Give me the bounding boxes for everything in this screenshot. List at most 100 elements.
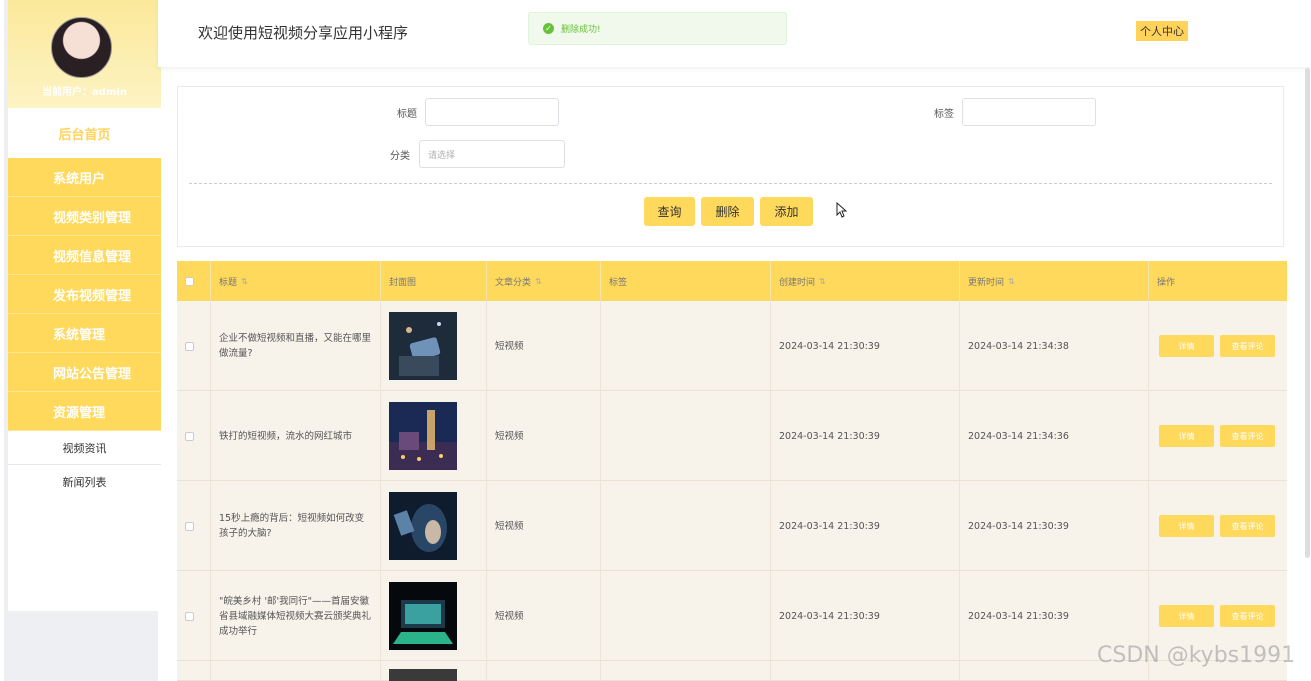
column-header-created[interactable]: 创建时间 ⇅ bbox=[771, 261, 960, 301]
table-row: 15秒上瘾的背后：短视频如何改变孩子的大脑? 短视频 2024-03-14 21… bbox=[177, 481, 1287, 571]
sidebar-subitem-video-news[interactable]: 视频资讯 bbox=[8, 431, 161, 465]
cover-image[interactable] bbox=[389, 312, 457, 380]
column-header-updated[interactable]: 更新时间 ⇅ bbox=[960, 261, 1149, 301]
sidebar-item-system-management[interactable]: 系统管理 bbox=[8, 314, 161, 353]
user-center-link[interactable]: 个人中心 bbox=[1136, 21, 1188, 41]
tag-cell bbox=[601, 481, 771, 571]
detail-button[interactable]: 详情 bbox=[1159, 515, 1214, 537]
row-checkbox[interactable] bbox=[185, 341, 194, 351]
column-header-label: 标签 bbox=[609, 277, 628, 288]
cover-cell bbox=[381, 571, 487, 661]
sidebar-item-video-categories[interactable]: 视频类别管理 bbox=[8, 197, 161, 236]
sidebar-spacer bbox=[8, 498, 161, 611]
row-checkbox[interactable] bbox=[185, 611, 194, 621]
cover-image[interactable] bbox=[389, 492, 457, 560]
sidebar-user-panel: 当前用户：admin bbox=[8, 0, 161, 108]
sidebar-item-publish-video[interactable]: 发布视频管理 bbox=[8, 275, 161, 314]
table-row: 企业不做短视频和直播，又能在哪里做流量? 短视频 2024-03-14 21:3… bbox=[177, 301, 1287, 391]
sort-icon[interactable]: ⇅ bbox=[241, 277, 248, 286]
title-cell: 企业不做短视频和直播，又能在哪里做流量? bbox=[211, 301, 381, 391]
detail-button[interactable]: 详情 bbox=[1159, 425, 1214, 447]
tag-cell bbox=[601, 571, 771, 661]
title-cell: 铁打的短视频，流水的网红城市 bbox=[211, 391, 381, 481]
sidebar: 当前用户：admin 后台首页 系统用户 视频类别管理 视频信息管理 发布视频管… bbox=[0, 0, 161, 681]
cover-cell bbox=[381, 301, 487, 391]
sort-icon[interactable]: ⇅ bbox=[1008, 277, 1015, 286]
category-cell bbox=[487, 661, 601, 681]
actions-cell: 详情 查看评论 bbox=[1149, 481, 1287, 571]
tag-cell bbox=[601, 661, 771, 681]
title-input[interactable] bbox=[425, 98, 559, 126]
query-button[interactable]: 查询 bbox=[644, 197, 695, 226]
divider bbox=[189, 183, 1272, 184]
created-time-cell: 2024-03-14 21:30:39 bbox=[771, 391, 960, 481]
top-header: 欢迎使用短视频分享应用小程序 ✓ 删除成功! 个人中心 bbox=[158, 0, 1311, 67]
row-select-cell bbox=[177, 391, 211, 481]
column-header-label: 封面图 bbox=[389, 277, 417, 288]
sort-icon[interactable]: ⇅ bbox=[819, 277, 826, 286]
sidebar-subitem-news-list[interactable]: 新闻列表 bbox=[8, 465, 161, 499]
cover-cell bbox=[381, 661, 487, 681]
cover-image[interactable] bbox=[389, 402, 457, 470]
app-title: 欢迎使用短视频分享应用小程序 bbox=[198, 24, 409, 42]
tag-cell bbox=[601, 391, 771, 481]
cover-cell bbox=[381, 391, 487, 481]
column-header-actions: 操作 bbox=[1149, 261, 1287, 301]
sidebar-menu: 系统用户 视频类别管理 视频信息管理 发布视频管理 系统管理 网站公告管理 资源… bbox=[8, 158, 161, 499]
created-time-cell bbox=[771, 661, 960, 681]
updated-time-cell: 2024-03-14 21:34:38 bbox=[960, 301, 1149, 391]
view-comments-button[interactable]: 查看评论 bbox=[1220, 515, 1275, 537]
category-cell: 短视频 bbox=[487, 571, 601, 661]
add-button[interactable]: 添加 bbox=[760, 197, 813, 226]
delete-button[interactable]: 删除 bbox=[701, 197, 754, 226]
row-checkbox[interactable] bbox=[185, 521, 194, 531]
updated-time-cell: 2024-03-14 21:30:39 bbox=[960, 481, 1149, 571]
select-all-cell bbox=[177, 261, 211, 301]
actions-cell: 详情 查看评论 bbox=[1149, 391, 1287, 481]
view-comments-button[interactable]: 查看评论 bbox=[1220, 425, 1275, 447]
row-select-cell bbox=[177, 301, 211, 391]
column-header-label: 文章分类 bbox=[495, 277, 532, 288]
page-scrollbar[interactable] bbox=[1305, 68, 1310, 558]
table-row: 铁打的短视频，流水的网红城市 短视频 2024-03-14 21:30:39 2… bbox=[177, 391, 1287, 481]
watermark: CSDN @kybs1991 bbox=[1097, 643, 1296, 668]
tag-label: 标签 bbox=[934, 109, 954, 120]
detail-button[interactable]: 详情 bbox=[1159, 605, 1214, 627]
view-comments-button[interactable]: 查看评论 bbox=[1220, 335, 1275, 357]
detail-button[interactable]: 详情 bbox=[1159, 335, 1214, 357]
category-label: 分类 bbox=[390, 151, 410, 162]
row-checkbox[interactable] bbox=[185, 431, 194, 441]
table-header: 标题 ⇅ 封面图 文章分类 ⇅ 标签 创建时间 ⇅ 更新时间 ⇅ 操作 bbox=[177, 261, 1287, 301]
sidebar-item-resources[interactable]: 资源管理 bbox=[8, 392, 161, 431]
column-header-label: 创建时间 bbox=[779, 277, 816, 288]
cover-cell bbox=[381, 481, 487, 571]
sidebar-item-home[interactable]: 后台首页 bbox=[8, 108, 161, 158]
category-select[interactable]: 请选择 bbox=[419, 140, 565, 168]
category-cell: 短视频 bbox=[487, 301, 601, 391]
sort-icon[interactable]: ⇅ bbox=[535, 277, 542, 286]
column-header-cover: 封面图 bbox=[381, 261, 487, 301]
select-all-checkbox[interactable] bbox=[185, 276, 194, 286]
category-cell: 短视频 bbox=[487, 391, 601, 481]
created-time-cell: 2024-03-14 21:30:39 bbox=[771, 301, 960, 391]
title-cell bbox=[211, 661, 381, 681]
column-header-category[interactable]: 文章分类 ⇅ bbox=[487, 261, 601, 301]
success-toast: ✓ 删除成功! bbox=[528, 12, 787, 45]
column-header-label: 操作 bbox=[1157, 277, 1176, 288]
column-header-title[interactable]: 标题 ⇅ bbox=[211, 261, 381, 301]
current-user-label: 当前用户：admin bbox=[42, 87, 127, 98]
title-cell: 15秒上瘾的背后：短视频如何改变孩子的大脑? bbox=[211, 481, 381, 571]
title-label: 标题 bbox=[397, 109, 417, 120]
tag-input[interactable] bbox=[962, 98, 1096, 126]
sidebar-item-video-info[interactable]: 视频信息管理 bbox=[8, 236, 161, 275]
cover-image[interactable] bbox=[389, 669, 457, 681]
check-circle-icon: ✓ bbox=[543, 23, 554, 34]
updated-time-cell: 2024-03-14 21:34:36 bbox=[960, 391, 1149, 481]
cover-image[interactable] bbox=[389, 582, 457, 650]
column-header-label: 更新时间 bbox=[968, 277, 1005, 288]
avatar[interactable] bbox=[51, 17, 112, 78]
column-header-tag: 标签 bbox=[601, 261, 771, 301]
sidebar-item-system-users[interactable]: 系统用户 bbox=[8, 158, 161, 197]
view-comments-button[interactable]: 查看评论 bbox=[1220, 605, 1275, 627]
sidebar-item-announcements[interactable]: 网站公告管理 bbox=[8, 353, 161, 392]
